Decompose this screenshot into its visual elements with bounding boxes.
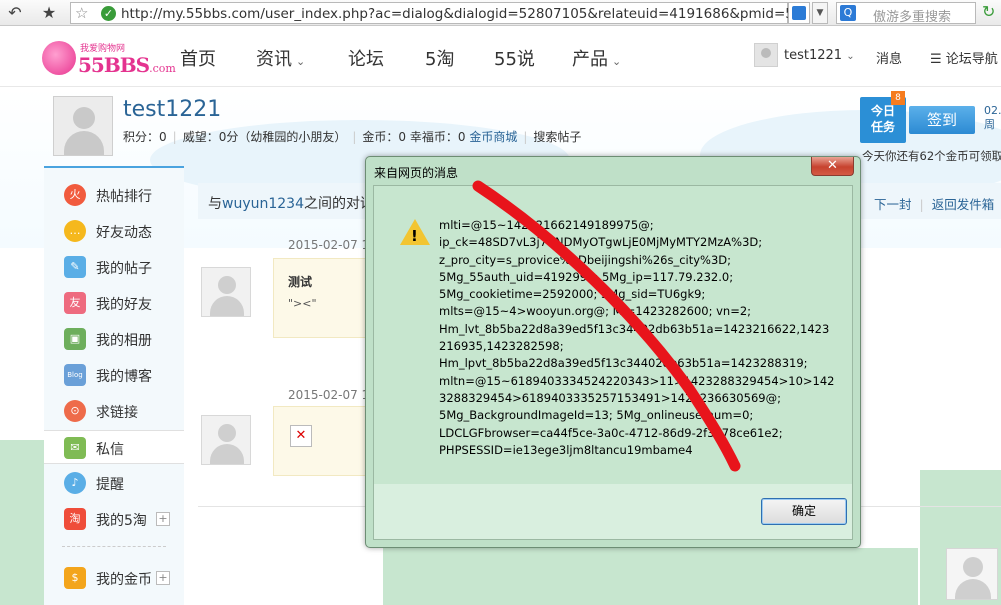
sidebar-item-my-posts[interactable]: ✎ 我的帖子 <box>44 250 184 284</box>
nav-products[interactable]: 产品 ⌄ <box>572 45 621 71</box>
refresh-icon[interactable]: ↻ <box>982 2 995 21</box>
back-to-outbox-link[interactable]: 返回发件箱 <box>932 197 995 212</box>
search-engine-icon[interactable]: Q <box>840 5 856 21</box>
profile-name[interactable]: test1221 <box>123 97 221 122</box>
sidebar-item-request-link[interactable]: ⊙ 求链接 <box>44 394 184 428</box>
forum-nav-link[interactable]: ☰ 论坛导航 <box>930 48 998 67</box>
fire-icon: 火 <box>64 184 86 206</box>
url-text[interactable]: http://my.55bbs.com/user_index.php?ac=di… <box>121 6 851 22</box>
sidebar-item-hot-posts[interactable]: 火 热帖排行 <box>44 178 184 212</box>
messages-link[interactable]: 消息 <box>876 48 902 67</box>
profile-avatar[interactable] <box>53 96 113 156</box>
chat-bubble-icon: … <box>64 220 86 242</box>
avatar <box>754 43 778 67</box>
address-bar[interactable]: ☆ ✓ http://my.55bbs.com/user_index.php?a… <box>70 2 802 24</box>
sidebar-item-my-friends[interactable]: 友 我的好友 <box>44 286 184 320</box>
tao-icon: 淘 <box>64 508 86 530</box>
sidebar-item-my-blog[interactable]: Blog 我的博客 <box>44 358 184 392</box>
avatar[interactable] <box>946 548 998 600</box>
friends-icon: 友 <box>64 292 86 314</box>
sidebar-item-reminder[interactable]: ♪ 提醒 <box>44 466 184 500</box>
background-green <box>0 440 46 605</box>
chevron-down-icon: ⌄ <box>612 55 622 68</box>
chevron-down-icon: ⌄ <box>846 51 855 62</box>
date-display: 02. 周 <box>984 104 1001 131</box>
nav-home[interactable]: 首页 <box>180 45 216 71</box>
list-icon: ☰ <box>930 52 942 67</box>
conversation-links: 下一封 | 返回发件箱 <box>874 197 995 212</box>
close-icon[interactable]: ✕ <box>811 157 854 176</box>
gold-tip: 今天你还有62个金币可领取 <box>862 149 1001 163</box>
sidebar-item-my-album[interactable]: ▣ 我的相册 <box>44 322 184 356</box>
nav-55say[interactable]: 55说 <box>494 45 535 71</box>
alert-dialog: 来自网页的消息 ✕ ! mlti=@15~142321662149189975@… <box>365 156 861 548</box>
dialog-title: 来自网页的消息 <box>374 166 459 180</box>
gold-mall-link[interactable]: 金币商城 <box>469 130 517 144</box>
nav-forum[interactable]: 论坛 <box>348 45 384 71</box>
warning-mark: ! <box>411 227 418 245</box>
sidebar-item-private-message[interactable]: ✉ 私信 <box>44 430 184 464</box>
dialog-body: ! mlti=@15~142321662149189975@; ip_ck=48… <box>373 185 853 540</box>
coin-icon: $ <box>64 567 86 589</box>
back-icon[interactable]: ↶ <box>4 2 26 24</box>
mail-icon: ✉ <box>64 437 86 459</box>
user-menu[interactable]: test1221 ⌄ <box>754 43 855 69</box>
chevron-down-icon: ⌄ <box>296 55 306 68</box>
site-logo[interactable]: 我爱购物网 55BBS.com <box>42 39 176 79</box>
search-posts-link[interactable]: 搜索帖子 <box>533 130 581 144</box>
sidebar-divider <box>62 546 166 547</box>
signin-button[interactable]: 签到 <box>909 106 975 134</box>
logo-text: 55BBS.com <box>78 53 176 77</box>
task-count-badge: 8 <box>891 91 905 105</box>
secure-site-icon: ✓ <box>101 6 116 21</box>
message-time: 2015-02-07 13 <box>288 238 377 252</box>
link-icon: ⊙ <box>64 400 86 422</box>
next-message-link[interactable]: 下一封 <box>874 197 912 212</box>
extension-icon[interactable] <box>788 2 810 24</box>
message-body: "><" <box>288 297 317 310</box>
message-time: 2015-02-07 13 <box>288 388 377 402</box>
edit-icon: ✎ <box>64 256 86 278</box>
message-bubble: 测试 "><" <box>273 258 373 338</box>
message-title: 测试 <box>288 275 313 289</box>
expand-plus-icon[interactable]: + <box>156 512 170 526</box>
nav-news[interactable]: 资讯 ⌄ <box>256 45 305 71</box>
sidebar-item-my-gold[interactable]: $ 我的金币 + <box>44 561 184 595</box>
sidebar-item-friend-feed[interactable]: … 好友动态 <box>44 214 184 248</box>
message-bubble: ✕ <box>273 406 373 476</box>
reply-area[interactable] <box>383 548 918 605</box>
search-placeholder: 傲游多重搜索 <box>873 10 952 25</box>
avatar[interactable] <box>201 267 251 317</box>
search-input[interactable]: Q 傲游多重搜索 <box>836 2 976 25</box>
avatar[interactable] <box>201 415 251 465</box>
favorite-star-icon[interactable]: ☆ <box>75 4 88 22</box>
blog-icon: Blog <box>64 364 86 386</box>
sidebar-item-my-5tao[interactable]: 淘 我的5淘 + <box>44 502 184 536</box>
browser-toolbar: ↶ ★ ☆ ✓ http://my.55bbs.com/user_index.p… <box>0 0 1001 26</box>
bookmark-star-icon[interactable]: ★ <box>38 2 60 24</box>
profile-stats: 积分：0 | 威望：0分（幼稚园的小朋友） | 金币：0 幸福币：0 金币商城 | 搜索帖子 <box>123 130 582 144</box>
conversation-user-link[interactable]: wuyun1234 <box>222 196 304 212</box>
broken-image-icon: ✕ <box>290 425 312 447</box>
dialog-content: ! mlti=@15~142321662149189975@; ip_ck=48… <box>374 186 852 484</box>
url-dropdown-icon[interactable]: ▼ <box>812 2 828 24</box>
expand-plus-icon[interactable]: + <box>156 571 170 585</box>
photo-icon: ▣ <box>64 328 86 350</box>
nav-5tao[interactable]: 5淘 <box>425 45 454 71</box>
sidebar: 火 热帖排行 … 好友动态 ✎ 我的帖子 友 我的好友 ▣ 我的相册 Blog … <box>44 166 184 605</box>
site-header: 我爱购物网 55BBS.com 首页 资讯 ⌄ 论坛 5淘 55说 产品 ⌄ tes… <box>0 27 1001 87</box>
dialog-message: mlti=@15~142321662149189975@; ip_ck=48SD… <box>439 218 835 457</box>
bell-icon: ♪ <box>64 472 86 494</box>
ok-button[interactable]: 确定 <box>761 498 847 525</box>
conversation-title: 与wuyun1234之间的对话 <box>208 196 374 212</box>
logo-flower-icon <box>42 41 76 75</box>
